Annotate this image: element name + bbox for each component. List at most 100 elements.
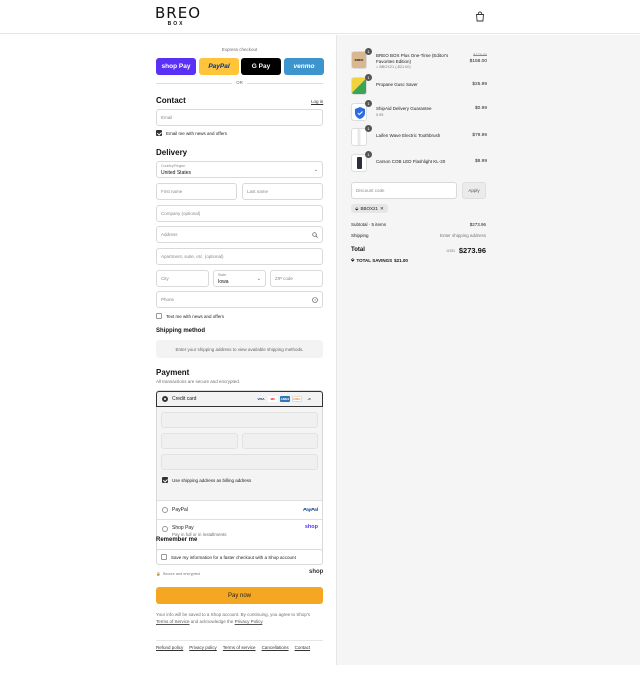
legal-text-2: and acknowledge the — [190, 619, 234, 624]
discount-code-field[interactable]: Discount code — [351, 182, 457, 199]
shopping-bag-icon[interactable] — [475, 11, 485, 22]
product-image: BREO — [351, 51, 367, 69]
help-icon[interactable]: ? — [312, 297, 318, 303]
refund-policy-link[interactable]: Refund policy — [156, 645, 183, 650]
expiry-field[interactable] — [161, 433, 238, 449]
more-cards-icon: +5 — [307, 397, 311, 401]
state-select[interactable]: State Iowa ⌄ — [213, 270, 266, 287]
google-pay-button[interactable]: G Pay — [241, 58, 281, 75]
address-field[interactable]: Address — [156, 226, 323, 243]
legal-text-1: Your info will be saved to a Shop accoun… — [156, 612, 311, 617]
paypal-radio[interactable] — [162, 507, 168, 513]
shipping-value: Enter shipping address — [439, 233, 486, 238]
phone-placeholder: Phone — [161, 297, 175, 302]
billing-same-checkbox[interactable] — [162, 477, 168, 483]
security-code-field[interactable] — [242, 433, 318, 449]
email-field[interactable]: Email — [156, 109, 323, 126]
privacy-link[interactable]: Privacy Policy — [235, 619, 263, 624]
name-on-card-field[interactable] — [161, 454, 318, 470]
first-name-field[interactable]: First name — [156, 183, 237, 200]
shipping-method-message: Enter your shipping address to view avai… — [156, 340, 323, 358]
cart-item: 1 Carson COB LED Flashlight KL-20 $8.99 — [351, 151, 487, 176]
company-placeholder: Company (optional) — [161, 211, 201, 216]
phone-field[interactable]: Phone ? — [156, 291, 323, 308]
zip-placeholder: ZIP code — [275, 276, 293, 281]
delivery-title: Delivery — [156, 148, 188, 157]
credit-card-label: Credit card — [172, 396, 197, 402]
item-name: Laifen Wave Electric Toothbrush — [376, 133, 441, 138]
footer-links: Refund policy Privacy policy Terms of se… — [156, 645, 310, 650]
credit-card-option[interactable]: Credit card VISA MC AMEX DISC +5 — [156, 391, 323, 407]
shipping-label: Shipping — [351, 233, 369, 238]
product-image — [351, 154, 367, 172]
login-link[interactable]: Log in — [311, 99, 323, 104]
legal-end: . — [262, 619, 264, 624]
total-label: Total — [351, 247, 365, 253]
item-discount-text: BBOX21 (-$21.00) — [379, 65, 411, 69]
quantity-badge: 1 — [365, 100, 372, 107]
shop-pay-label: Shop Pay — [172, 525, 194, 531]
header: BREO BOX — [0, 0, 640, 34]
shop-pay-radio[interactable] — [162, 526, 168, 532]
shipping-row: Shipping Enter shipping address — [351, 233, 486, 238]
shield-icon — [355, 107, 365, 119]
discount-placeholder: Discount code — [356, 188, 385, 193]
payment-title: Payment — [156, 368, 190, 377]
paypal-button[interactable]: PayPal — [199, 58, 239, 75]
state-value: Iowa — [218, 279, 229, 285]
footer-divider — [156, 640, 323, 641]
country-select[interactable]: Country/Region United States ⌄ — [156, 161, 323, 178]
remove-code-icon[interactable]: ✕ — [380, 206, 384, 212]
paypal-option[interactable]: PayPal PayPal — [157, 501, 322, 520]
shop-pay-button[interactable]: shop Pay — [156, 58, 196, 75]
city-placeholder: City — [161, 276, 169, 281]
remember-checkbox[interactable] — [161, 554, 167, 560]
quantity-badge: 1 — [365, 74, 372, 81]
subtotal-label: Subtotal · 5 items — [351, 222, 387, 227]
country-value: United States — [161, 170, 192, 176]
shop-pay-logo: shop — [304, 524, 318, 530]
lock-icon: 🔒 — [156, 572, 161, 576]
zip-field[interactable]: ZIP code — [270, 270, 323, 287]
pay-now-button[interactable]: Pay now — [156, 587, 323, 604]
applied-code-chip: ⬙ BBOX21 ✕ — [351, 204, 388, 213]
total-savings: ⬙ TOTAL SAVINGS $21.00 — [351, 257, 408, 263]
card-number-field[interactable] — [161, 412, 318, 428]
last-name-placeholder: Last name — [247, 189, 269, 194]
terms-link[interactable]: Terms of Service — [156, 619, 190, 624]
chevron-down-icon: ⌄ — [256, 276, 261, 282]
apply-button[interactable]: Apply — [462, 182, 486, 199]
svg-text:?: ? — [314, 298, 316, 302]
cancellations-link[interactable]: Cancellations — [262, 645, 289, 650]
email-news-checkbox[interactable] — [156, 130, 162, 136]
cart-item: 1 ShipAid Delivery Guarantee 0.99 $0.99 — [351, 100, 487, 125]
cart-item: 1 Laifen Wave Electric Toothbrush $79.99 — [351, 125, 487, 150]
or-divider: OR — [156, 80, 323, 86]
tag-icon: ⬙ — [351, 257, 355, 262]
apartment-field[interactable]: Apartment, suite, etc. (optional) — [156, 248, 323, 265]
savings-value: $21.00 — [394, 257, 408, 263]
last-name-field[interactable]: Last name — [242, 183, 323, 200]
brand-name: BREO — [155, 4, 201, 22]
email-news-label: Email me with news and offers — [166, 131, 227, 136]
cart-item: BREO 1 BREO BOX Plus One-Time (Editor's … — [351, 48, 487, 73]
privacy-policy-link[interactable]: Privacy policy — [189, 645, 217, 650]
remember-me-box[interactable]: Save my information for a faster checkou… — [156, 549, 323, 565]
city-field[interactable]: City — [156, 270, 209, 287]
visa-icon: VISA — [257, 397, 265, 401]
item-price: $8.99 — [474, 159, 487, 164]
product-image — [351, 77, 367, 95]
remember-title: Remember me — [156, 537, 198, 543]
item-price: $25.99 — [472, 82, 487, 87]
venmo-button[interactable]: venmo — [284, 58, 324, 75]
company-field[interactable]: Company (optional) — [156, 205, 323, 222]
item-variant: 0.99 — [376, 113, 384, 117]
terms-of-service-link[interactable]: Terms of service — [223, 645, 256, 650]
contact-link[interactable]: Contact — [295, 645, 311, 650]
text-news-checkbox[interactable] — [156, 313, 162, 319]
brand-logo[interactable]: BREO BOX — [155, 4, 201, 28]
text-news-label: Text me with news and offers — [166, 314, 224, 319]
search-icon — [312, 232, 318, 238]
credit-card-radio[interactable] — [162, 396, 168, 402]
state-label: State — [218, 273, 227, 277]
